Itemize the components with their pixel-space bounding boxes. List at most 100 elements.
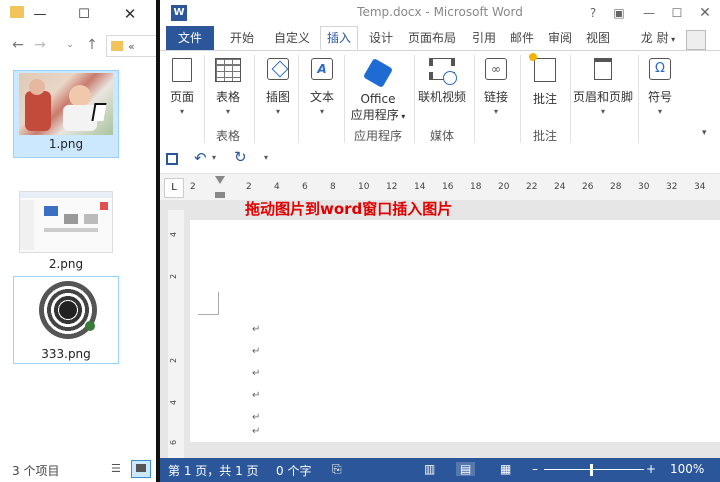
screenshot-thumbnail [19,191,113,253]
help-button[interactable]: ? [580,2,606,24]
header-footer-icon [594,58,612,80]
table-button[interactable]: 表格 ▾ [210,58,246,116]
details-view-button[interactable]: ☰ [110,460,130,478]
ruler-tick-label: 26 [582,182,594,192]
ruler-tick-label: 32 [666,182,678,192]
link-icon: ∞ [485,58,507,80]
ruler-tick-label: 20 [498,182,510,192]
table-icon [215,58,241,82]
online-video-button[interactable]: 联机视频 [416,58,468,105]
indent-marker-bottom[interactable] [215,192,225,198]
tab-references[interactable]: 引用 [468,26,500,50]
pages-button[interactable]: 页面 ▾ [166,58,198,116]
ruler-tick-label: 6 [302,182,308,192]
vertical-ruler[interactable]: 4 2 2 4 6 [168,210,184,458]
back-button[interactable]: ← [8,34,28,56]
save-icon[interactable] [166,153,178,165]
pages-label: 页面 [169,90,194,104]
address-bar[interactable]: « [106,35,157,57]
web-layout-icon[interactable]: ▦ [500,462,511,476]
word-count[interactable]: 0 个字 [276,462,311,479]
quick-access-toolbar: ↶ ▾ ↻ ▾ [160,147,720,174]
tab-review[interactable]: 审阅 [544,26,576,50]
breadcrumb: « [128,39,135,53]
paragraph-mark: ↵ [252,390,261,401]
tab-home[interactable]: 开始 [222,26,262,50]
word-window: W Temp.docx - Microsoft Word ? ▣ — ☐ ✕ 文… [160,0,720,482]
file-item[interactable]: 2.png [13,186,119,274]
tab-insert[interactable]: 插入 [320,26,358,50]
tab-design[interactable]: 设计 [364,26,398,50]
tab-view[interactable]: 视图 [582,26,614,50]
symbols-button[interactable]: Ω 符号 ▾ [642,58,678,116]
instruction-annotation: 拖动图片到word窗口插入图片 [245,200,453,218]
tab-page-layout[interactable]: 页面布局 [404,26,460,50]
large-icons-view-button[interactable] [131,460,151,478]
ruler-tick-label: 34 [694,182,706,192]
paragraph-mark: ↵ [252,346,261,357]
paragraph-mark: ↵ [252,426,261,437]
margin-corner [198,292,219,315]
vruler-tick-label: 2 [169,357,179,364]
file-item[interactable]: 1.png [13,70,119,158]
comment-button[interactable]: 批注 [524,53,566,107]
vruler-tick-label: 2 [169,273,179,280]
header-footer-button[interactable]: 页眉和页脚 ▾ [570,58,636,116]
ruler-tick-label: 18 [470,182,482,192]
tab-custom[interactable]: 自定义 [268,26,316,50]
ruler-tick-label: 14 [414,182,426,192]
zoom-slider-track[interactable] [544,469,644,470]
horizontal-ruler[interactable]: L 2 2 4 6 8 10 12 14 16 18 20 22 24 26 28 30 32 34 [160,174,720,200]
undo-icon[interactable]: ↶ [194,149,207,167]
file-name: 2.png [48,257,84,271]
minimize-button[interactable]: — [636,2,662,24]
tab-mailings[interactable]: 邮件 [506,26,538,50]
tab-file[interactable]: 文件 [166,26,214,50]
up-button[interactable]: ↑ [82,34,102,56]
illustrations-button[interactable]: 插图 ▾ [260,58,296,116]
close-button[interactable]: ✕ [112,0,148,28]
zoom-in-button[interactable]: + [646,462,656,476]
redo-icon[interactable]: ↻ [234,148,247,166]
zoom-slider-thumb[interactable] [590,464,593,476]
page-icon [172,58,192,82]
user-name: 龙 尉 [640,31,669,45]
ribbon-scroll-caret[interactable]: ▾ [702,128,707,138]
details-view-icon: ☰ [111,462,121,475]
group-label-tables: 表格 [215,129,240,143]
proofing-icon[interactable]: ⎘ [332,462,342,477]
user-avatar[interactable] [686,30,706,50]
text-button[interactable]: A 文本 ▾ [304,58,340,116]
vruler-tick-label: 4 [169,231,179,238]
recent-dropdown-button[interactable]: ⌄ [60,34,80,56]
tab-selector[interactable]: L [164,178,184,198]
group-label-comments: 批注 [532,129,557,143]
file-item[interactable]: 333.png [13,276,119,364]
undo-dropdown-icon[interactable]: ▾ [212,153,216,162]
omega-icon: Ω [649,58,671,80]
print-layout-icon[interactable]: ▤ [456,462,476,476]
links-button[interactable]: ∞ 链接 ▾ [478,58,514,116]
maximize-button[interactable]: ☐ [664,2,690,24]
large-icons-view-icon [136,464,146,472]
zoom-level[interactable]: 100% [670,462,704,476]
indent-marker[interactable] [215,176,225,184]
ruler-tick-label: 10 [358,182,370,192]
forward-button[interactable]: → [30,34,50,56]
zoom-out-button[interactable]: – [532,462,538,476]
ruler-tick-label: 2 [246,182,252,192]
close-button[interactable]: ✕ [692,2,718,24]
office-apps-button[interactable]: Office 应用程序 ▾ [346,57,410,123]
folder-icon [111,41,123,51]
customize-qat-icon[interactable]: ▾ [264,153,268,162]
paragraph-mark: ↵ [252,324,261,335]
user-account[interactable]: 龙 尉 ▾ [634,26,682,50]
document-page[interactable]: ↵ ↵ ↵ ↵ ↵ ↵ [190,220,720,442]
maximize-button[interactable]: ☐ [66,0,102,28]
page-count[interactable]: 第 1 页，共 1 页 [168,462,259,479]
ribbon-display-button[interactable]: ▣ [606,2,632,24]
read-mode-icon[interactable]: ▥ [424,462,435,476]
explorer-navbar: ← → ⌄ ↑ « [0,30,157,60]
minimize-button[interactable]: — [22,0,58,28]
text-label: 文本 [309,90,334,104]
